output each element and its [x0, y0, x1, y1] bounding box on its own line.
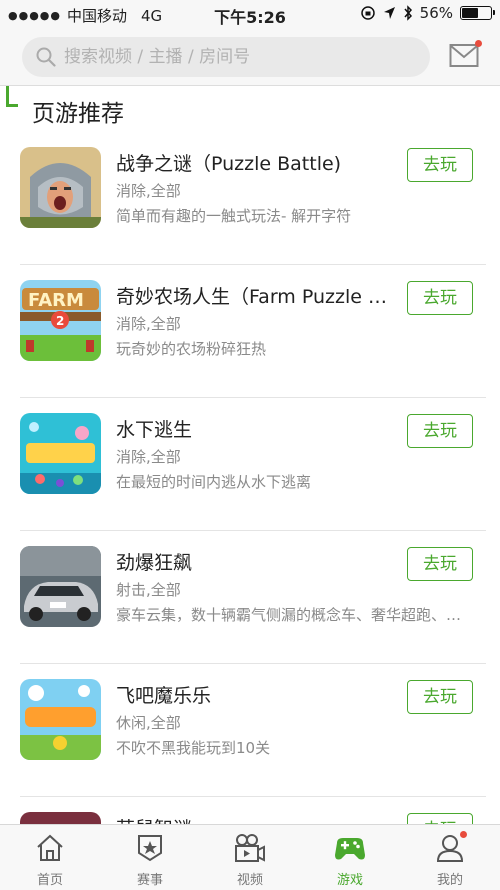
section-accent-bar: [6, 86, 9, 106]
list-item[interactable]: 水下逃生 消除,全部 在最短的时间内逃从水下逃离 去玩: [0, 398, 500, 531]
car-thumbnail: [20, 546, 101, 627]
battery-percent: 56%: [419, 4, 453, 22]
game-category: 射击,全部: [116, 581, 181, 599]
game-title: 飞吧魔乐乐: [116, 685, 212, 707]
status-bar: ●●●●● 中国移动 4G 下午5:26 56%: [0, 0, 500, 28]
battery-icon: [460, 6, 495, 20]
play-button[interactable]: 去玩: [407, 281, 473, 315]
home-icon: [37, 834, 63, 861]
game-description: 简单而有趣的一触式玩法- 解开字符: [116, 207, 352, 225]
orientation-lock-icon: [360, 6, 375, 20]
tab-me[interactable]: 我的: [400, 825, 500, 890]
gamepad-icon: [335, 838, 365, 860]
bottom-tab-bar: 首页 赛事 视频 游戏 我的: [0, 824, 500, 890]
tab-label: 赛事: [136, 873, 163, 888]
play-button[interactable]: 去玩: [407, 547, 473, 581]
flying-thumbnail: [20, 679, 101, 760]
user-icon: [436, 835, 464, 862]
game-title: 战争之谜（Puzzle Battle): [116, 153, 342, 175]
trophy-badge-icon: [138, 835, 162, 862]
game-category: 消除,全部: [116, 315, 181, 333]
game-title: 水下逃生: [116, 419, 193, 441]
svg-text:2: 2: [56, 314, 64, 328]
search-input[interactable]: [64, 47, 404, 67]
list-item[interactable]: FARM 2 奇妙农场人生（Farm Puzzle Story) 消除,全部 玩…: [0, 265, 500, 398]
location-arrow-icon: [383, 7, 395, 19]
notification-dot: [460, 831, 467, 838]
game-list: 战争之谜（Puzzle Battle) 消除,全部 简单而有趣的一触式玩法- 解…: [0, 132, 500, 890]
tab-label: 我的: [436, 873, 463, 888]
farm-thumbnail: FARM 2: [20, 280, 101, 361]
tab-events[interactable]: 赛事: [100, 825, 200, 890]
game-description: 不吹不黑我能玩到10关: [116, 739, 271, 757]
game-title: 奇妙农场人生（Farm Puzzle Story): [116, 286, 391, 308]
search-header: [0, 28, 500, 86]
list-item[interactable]: 飞吧魔乐乐 休闲,全部 不吹不黑我能玩到10关 去玩: [0, 664, 500, 797]
tab-home[interactable]: 首页: [0, 825, 100, 890]
game-category: 休闲,全部: [116, 714, 181, 732]
tab-video[interactable]: 视频: [200, 825, 300, 890]
tab-games[interactable]: 游戏: [300, 825, 400, 890]
video-camera-icon: [235, 834, 265, 862]
game-description: 豪车云集，数十辆霸气侧漏的概念车、奢华超跑、经典老爷车: [116, 606, 476, 624]
search-bar[interactable]: [22, 37, 430, 77]
notification-dot: [475, 40, 482, 47]
game-description: 玩奇妙的农场粉碎狂热: [116, 340, 267, 358]
tab-label: 首页: [36, 873, 63, 888]
game-category: 消除,全部: [116, 448, 181, 466]
game-description: 在最短的时间内逃从水下逃离: [116, 473, 312, 491]
section-accent-nub: [6, 104, 18, 107]
list-item[interactable]: 劲爆狂飙 射击,全部 豪车云集，数十辆霸气侧漏的概念车、奢华超跑、经典老爷车 去…: [0, 531, 500, 664]
section-title: 页游推荐: [32, 101, 124, 127]
underwater-thumbnail: [20, 413, 101, 494]
search-icon: [36, 47, 56, 67]
play-button[interactable]: 去玩: [407, 148, 473, 182]
tab-label: 游戏: [336, 873, 363, 888]
bluetooth-icon: [404, 5, 412, 21]
svg-text:FARM: FARM: [28, 290, 84, 311]
messages-button[interactable]: [449, 40, 482, 71]
tab-label: 视频: [236, 873, 263, 888]
list-item[interactable]: 战争之谜（Puzzle Battle) 消除,全部 简单而有趣的一触式玩法- 解…: [0, 132, 500, 265]
play-button[interactable]: 去玩: [407, 414, 473, 448]
play-button[interactable]: 去玩: [407, 680, 473, 714]
section-header: 页游推荐: [0, 86, 500, 132]
game-title: 劲爆狂飙: [116, 552, 193, 574]
warrior-thumbnail: [20, 147, 101, 228]
game-category: 消除,全部: [116, 182, 181, 200]
mail-icon: [449, 44, 479, 67]
